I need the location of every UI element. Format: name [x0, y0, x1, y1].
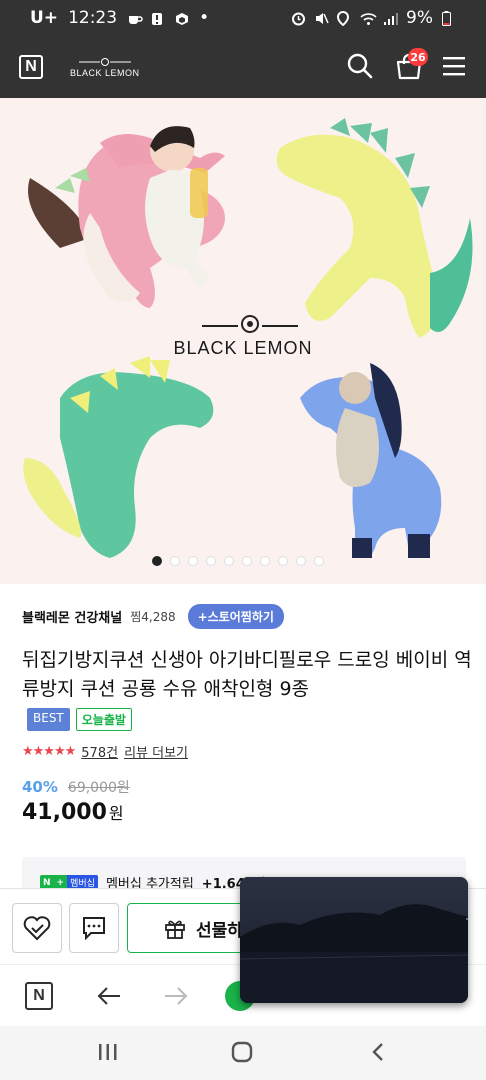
rating-stars: ★★★★★: [22, 744, 76, 759]
heart-check-icon: [23, 916, 51, 941]
forward-arrow-icon[interactable]: [159, 979, 193, 1013]
carousel-indicators: [152, 556, 324, 566]
carousel-dot[interactable]: [314, 556, 324, 566]
review-more-link[interactable]: 리뷰 더보기: [124, 742, 188, 761]
chat-icon: [83, 917, 105, 941]
mute-icon: [314, 11, 329, 25]
store-follow-button[interactable]: +스토어찜하기: [187, 604, 284, 629]
location-icon: [337, 10, 351, 27]
android-navigation-bar: [0, 1026, 486, 1080]
chip-plus: +: [53, 876, 68, 889]
video-pip-player[interactable]: [240, 877, 468, 1003]
discount-rate: 40%: [22, 778, 58, 796]
carousel-dot[interactable]: [170, 556, 180, 566]
app-header: N BLACK LEMON 26: [0, 36, 486, 98]
cart-count-badge: 26: [408, 48, 428, 66]
clock: 12:23: [68, 8, 118, 28]
battery-label: 9%: [406, 8, 433, 28]
back-icon[interactable]: [369, 1041, 387, 1063]
home-n-icon[interactable]: N: [22, 979, 56, 1013]
carousel-dot[interactable]: [152, 556, 162, 566]
gift-icon: [165, 920, 185, 939]
naver-home-button[interactable]: N: [19, 55, 43, 79]
home-n-letter: N: [33, 987, 45, 1004]
today-shipping-badge: 오늘출발: [75, 708, 132, 731]
brand-lemon-mark-icon: [75, 58, 135, 66]
sale-price: 41,000 원: [22, 800, 124, 825]
product-image-carousel[interactable]: BLACK LEMON: [0, 98, 486, 584]
price-unit: 원: [108, 804, 124, 823]
carousel-dot[interactable]: [224, 556, 234, 566]
signal-icon: [383, 11, 399, 25]
rating-row[interactable]: ★★★★★ 578건 리뷰 더보기: [22, 742, 188, 761]
video-frame: [240, 877, 468, 1003]
product-title: 뒤집기방지쿠션 신생아 아기바디필로우 드로잉 베이비 역류방지 쿠션 공룡 수…: [22, 649, 472, 700]
hero-brand-text: BLACK LEMON: [173, 338, 313, 358]
sale-price-value: 41,000: [22, 800, 107, 825]
carousel-dot[interactable]: [242, 556, 252, 566]
carousel-dot[interactable]: [278, 556, 288, 566]
status-bar: U+ 12:23 • 9%: [0, 0, 486, 36]
carousel-dot[interactable]: [188, 556, 198, 566]
notification-dot: •: [199, 8, 210, 28]
alert-icon: [151, 11, 165, 25]
carousel-dot[interactable]: [260, 556, 270, 566]
best-badge: BEST: [27, 708, 70, 731]
search-icon[interactable]: [346, 52, 374, 80]
store-row: 블랙레몬 건강채널 찜4,288 +스토어찜하기: [22, 604, 284, 629]
store-fav-count: 찜4,288: [130, 610, 176, 624]
home-icon[interactable]: [231, 1041, 253, 1063]
carousel-dot[interactable]: [206, 556, 216, 566]
original-price: 69,000원: [67, 780, 130, 796]
wifi-icon: [360, 11, 377, 25]
menu-icon[interactable]: [442, 55, 466, 77]
home-n-logo: N: [25, 982, 53, 1010]
coffee-icon: [127, 11, 143, 25]
carrier-label: U+: [30, 8, 59, 28]
box-icon: [175, 11, 189, 25]
chip-n: N: [43, 877, 51, 888]
store-name-link[interactable]: 블랙레몬 건강채널: [22, 607, 122, 626]
battery-icon: [442, 11, 456, 26]
brand-name: BLACK LEMON: [70, 68, 140, 78]
alarm-icon: [291, 11, 306, 26]
carousel-dot[interactable]: [296, 556, 306, 566]
review-count[interactable]: 578건: [81, 742, 118, 761]
brand-logo[interactable]: BLACK LEMON: [70, 58, 140, 78]
naver-logo-letter: N: [25, 58, 37, 75]
chat-button[interactable]: [69, 903, 119, 953]
product-badges: BEST 오늘출발: [27, 708, 132, 731]
back-arrow-icon[interactable]: [92, 979, 126, 1013]
discount-row: 40% 69,000원: [22, 777, 130, 797]
wishlist-button[interactable]: [12, 903, 62, 953]
recent-apps-icon[interactable]: [97, 1042, 119, 1062]
hero-brand-mark-icon: [202, 315, 298, 333]
